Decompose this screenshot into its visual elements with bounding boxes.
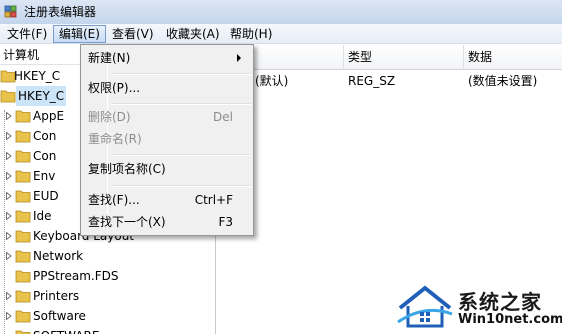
tree-item-printers[interactable]: Printers xyxy=(0,286,215,306)
tree-item-software-sub[interactable]: SOFTWARE... xyxy=(0,326,215,334)
tree-item-label: Con xyxy=(33,149,57,163)
menu-item-permissions[interactable]: 权限(P)... xyxy=(83,77,251,99)
menu-separator xyxy=(111,185,251,187)
menu-item-label: 复制项名称(C) xyxy=(88,162,166,176)
tree-item-software[interactable]: Software xyxy=(0,306,215,326)
folder-icon xyxy=(15,250,31,263)
menu-item-shortcut: F3 xyxy=(218,215,233,229)
menu-item-label: 删除(D) xyxy=(88,110,131,124)
tree-item-label: SOFTWARE... xyxy=(33,326,111,334)
tree-item-label: Con xyxy=(33,129,57,143)
menu-item-shortcut: Del xyxy=(213,110,233,124)
watermark-brand: 系统之家 xyxy=(458,290,542,314)
menu-favorites[interactable]: 收藏夹(A) xyxy=(161,25,225,43)
folder-icon xyxy=(15,230,31,243)
expand-arrow-icon[interactable] xyxy=(6,172,12,180)
column-data-header[interactable]: 数据 xyxy=(463,45,562,70)
folder-icon xyxy=(15,290,31,303)
tree-item-label: Printers xyxy=(33,289,80,303)
expand-arrow-icon[interactable] xyxy=(6,312,12,320)
menu-item-rename[interactable]: 重命名(R) xyxy=(83,128,251,150)
menu-item-new[interactable]: 新建(N) xyxy=(83,47,251,69)
folder-icon xyxy=(15,130,31,143)
expand-arrow-icon[interactable] xyxy=(6,132,12,140)
watermark: 系统之家 Win10net.com xyxy=(392,282,562,334)
expand-arrow-icon[interactable] xyxy=(6,232,12,240)
menu-separator xyxy=(111,73,251,75)
menu-edit[interactable]: 编辑(E) xyxy=(53,25,106,43)
expand-arrow-icon[interactable] xyxy=(6,152,12,160)
registry-editor-icon xyxy=(4,5,17,18)
window-title: 注册表编辑器 xyxy=(24,5,97,19)
folder-icon xyxy=(15,190,31,203)
menu-help[interactable]: 帮助(H) xyxy=(225,25,277,43)
menu-item-copy-key-name[interactable]: 复制项名称(C) xyxy=(83,158,251,180)
tree-item-label: HKEY_C xyxy=(14,69,61,83)
folder-icon xyxy=(15,270,31,283)
expand-arrow-icon[interactable] xyxy=(6,292,12,300)
tree-item-label: HKEY_C xyxy=(16,86,67,106)
folder-icon xyxy=(15,170,31,183)
folder-icon xyxy=(15,330,31,334)
menu-item-shortcut: Ctrl+F xyxy=(194,193,233,207)
tree-item-label: Software xyxy=(33,309,86,323)
edit-menu-dropdown: 新建(N) 权限(P)... 删除(D) Del 重命名(R) 复制项名称(C)… xyxy=(80,44,254,236)
column-type-header[interactable]: 类型 xyxy=(343,45,463,70)
menu-item-label: 权限(P)... xyxy=(88,81,141,95)
folder-icon xyxy=(15,110,31,123)
folder-icon xyxy=(15,150,31,163)
tree-item-label: Ide xyxy=(33,209,52,223)
tree-item-label: Network xyxy=(33,249,84,263)
tree-item-label: EUD xyxy=(33,189,59,203)
menu-item-find[interactable]: 查找(F)... Ctrl+F xyxy=(83,189,251,211)
list-row-default[interactable]: (默认) REG_SZ (数值未设置) xyxy=(217,71,562,91)
folder-icon xyxy=(15,310,31,323)
value-type: REG_SZ xyxy=(348,74,396,88)
tree-item-ppstream[interactable]: PPStream.FDS xyxy=(0,266,215,286)
menu-bar: 文件(F) 编辑(E) 查看(V) 收藏夹(A) 帮助(H) xyxy=(0,24,562,44)
expand-arrow-icon[interactable] xyxy=(6,112,12,120)
house-logo-icon xyxy=(397,285,453,328)
folder-icon xyxy=(0,90,16,103)
value-data: (数值未设置) xyxy=(468,74,538,88)
menu-view[interactable]: 查看(V) xyxy=(107,25,159,43)
submenu-arrow-icon xyxy=(237,54,241,62)
menu-item-label: 查找下一个(X) xyxy=(88,215,166,229)
expand-arrow-icon[interactable] xyxy=(6,212,12,220)
folder-icon xyxy=(15,210,31,223)
menu-item-label: 重命名(R) xyxy=(88,132,142,146)
menu-item-delete[interactable]: 删除(D) Del xyxy=(83,106,251,128)
menu-separator xyxy=(111,103,251,105)
menu-item-label: 新建(N) xyxy=(88,51,131,65)
watermark-site: Win10net.com xyxy=(458,312,562,327)
menu-separator xyxy=(111,154,251,156)
expand-arrow-icon[interactable] xyxy=(6,252,12,260)
value-name: (默认) xyxy=(255,74,289,88)
tree-item-network[interactable]: Network xyxy=(0,246,215,266)
tree-item-label: AppE xyxy=(33,109,65,123)
list-header: 名称 类型 数据 xyxy=(217,45,562,70)
menu-file[interactable]: 文件(F) xyxy=(2,25,52,43)
title-bar: 注册表编辑器 xyxy=(0,0,562,24)
menu-item-label: 查找(F)... xyxy=(88,193,140,207)
tree-item-label: PPStream.FDS xyxy=(33,269,119,283)
tree-item-label: Env xyxy=(33,169,56,183)
expand-arrow-icon[interactable] xyxy=(6,192,12,200)
menu-item-find-next[interactable]: 查找下一个(X) F3 xyxy=(83,211,251,233)
